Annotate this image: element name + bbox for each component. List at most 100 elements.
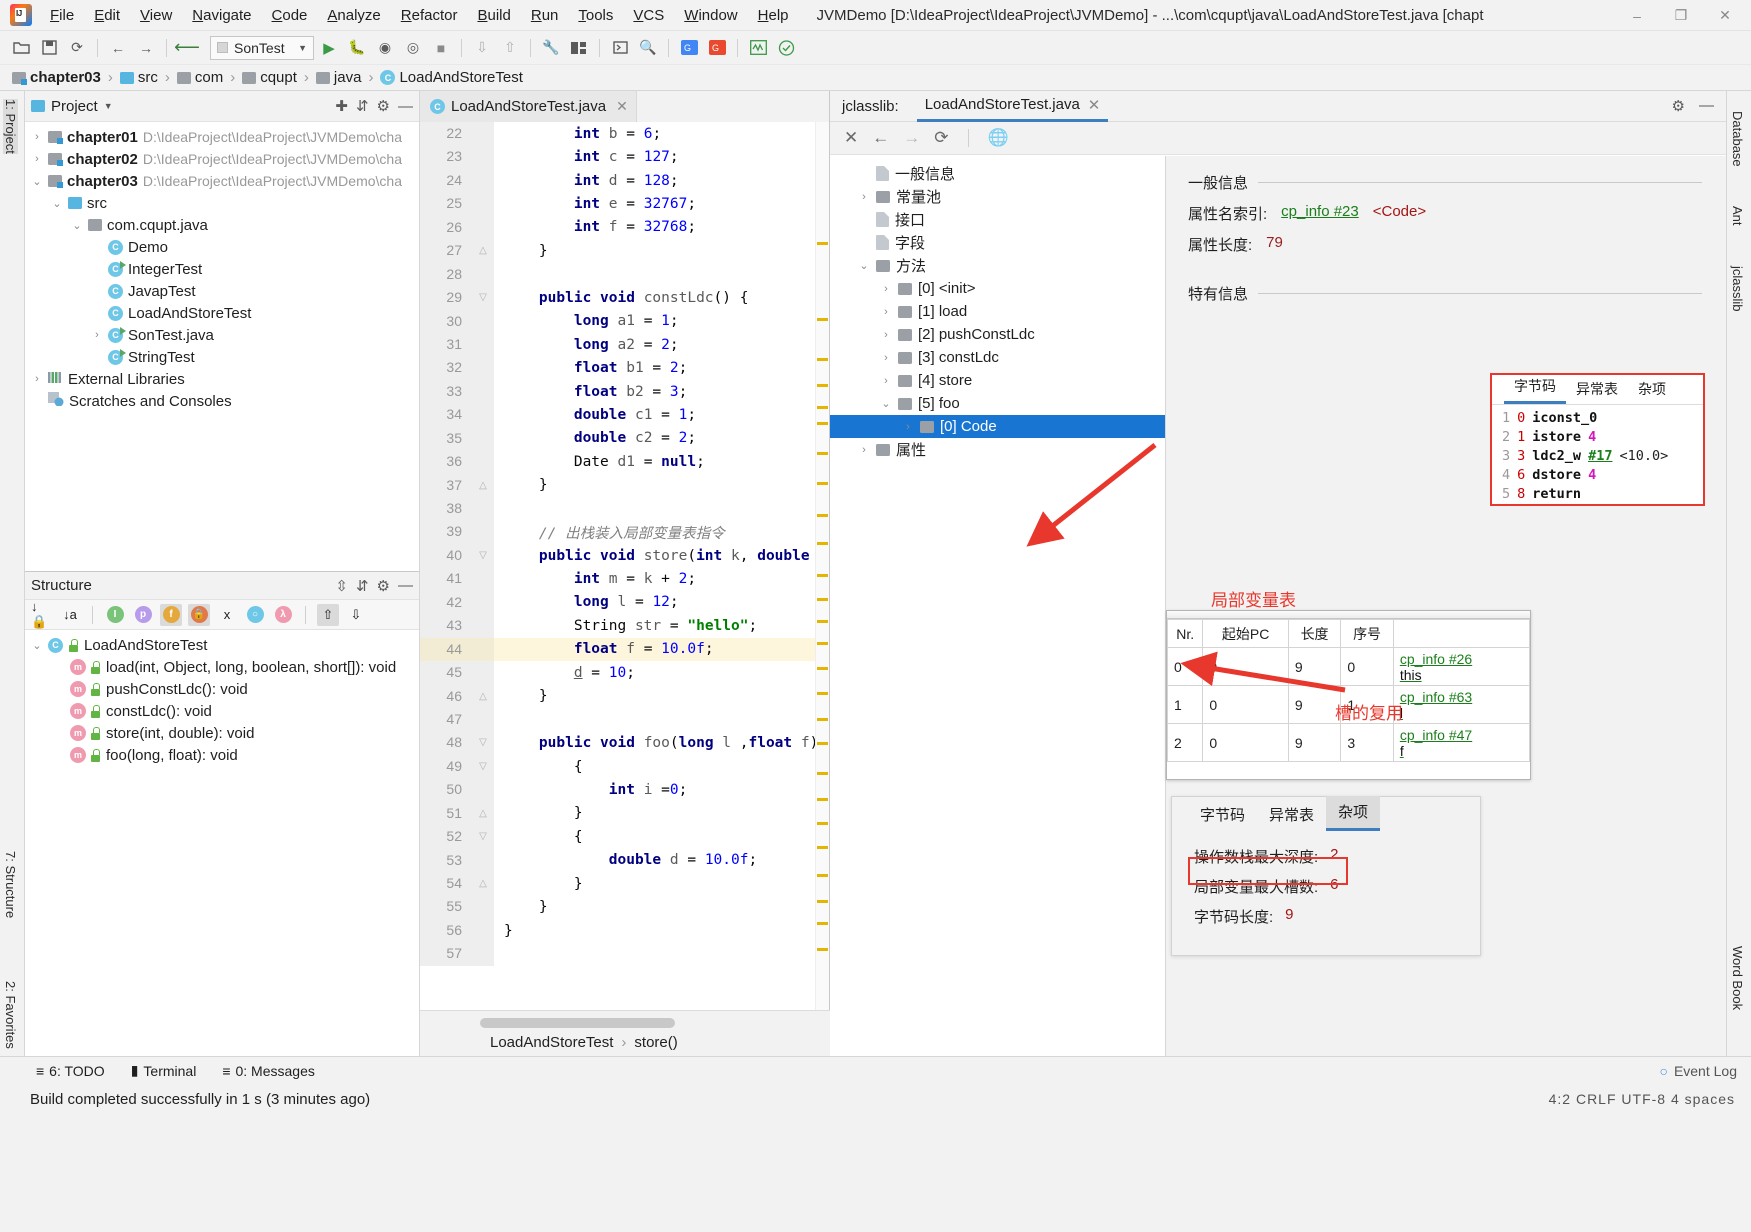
run-icon[interactable]: ▶ bbox=[316, 36, 342, 60]
chevron-right-icon[interactable]: › bbox=[31, 131, 43, 143]
fold-toggle-icon[interactable]: △ bbox=[472, 473, 494, 497]
show-fields-icon[interactable]: f bbox=[160, 603, 182, 626]
update-app-icon[interactable]: ⇩ bbox=[469, 36, 495, 60]
change-marker[interactable] bbox=[817, 874, 828, 877]
table-row[interactable]: 0 0 9 0 cp_info #26 this bbox=[1166, 647, 1531, 686]
menu-vcs[interactable]: VCS bbox=[623, 3, 674, 28]
change-marker[interactable] bbox=[817, 598, 828, 601]
menu-analyze[interactable]: Analyze bbox=[317, 3, 390, 28]
change-marker[interactable] bbox=[817, 242, 828, 245]
code-line[interactable]: 38 bbox=[420, 497, 829, 521]
structure-tree[interactable]: ⌄ C LoadAndStoreTest ›mload(int, Object, lo… bbox=[25, 630, 419, 766]
jclasslib-tree-item[interactable]: ⌄ [5] foo bbox=[830, 392, 1165, 415]
jclasslib-tree-item[interactable]: ›一般信息 bbox=[830, 162, 1165, 185]
bytecode-tab[interactable]: 异常表 bbox=[1566, 376, 1628, 404]
close-icon[interactable]: ✕ bbox=[1088, 96, 1101, 114]
show-non-public-icon[interactable]: 🔒 bbox=[188, 603, 210, 626]
code-line[interactable]: 43 String str = "hello"; bbox=[420, 614, 829, 638]
show-properties-icon[interactable]: p bbox=[132, 604, 154, 626]
save-all-icon[interactable] bbox=[36, 36, 62, 60]
project-tree-item[interactable]: ⌄ chapter03 D:\IdeaProject\IdeaProject\JVM… bbox=[25, 170, 419, 192]
project-tree-item[interactable]: › chapter01 D:\IdeaProject\IdeaProject\JVM… bbox=[25, 126, 419, 148]
rail-item-database[interactable]: Database bbox=[1730, 111, 1745, 171]
rail-item-favorites[interactable]: 2: Favorites bbox=[3, 981, 18, 1053]
code-line[interactable]: 55 } bbox=[420, 895, 829, 919]
table-column-header[interactable]: 长度 bbox=[1287, 619, 1342, 648]
hide-panel-icon[interactable]: — bbox=[398, 577, 413, 594]
code-line[interactable]: 33 float b2 = 3; bbox=[420, 379, 829, 404]
breadcrumb-item-src[interactable]: src bbox=[119, 69, 158, 86]
code-line[interactable]: 22 int b = 6; bbox=[420, 122, 829, 146]
chevron-right-icon[interactable]: › bbox=[880, 375, 892, 387]
gear-icon[interactable]: ⚙ bbox=[377, 97, 390, 115]
jclasslib-tree-item[interactable]: › [1] load bbox=[830, 300, 1165, 323]
cell-cp-info[interactable]: cp_info #47 f bbox=[1392, 723, 1531, 762]
back-icon[interactable]: ← bbox=[872, 128, 889, 148]
code-line[interactable]: 53 double d = 10.0f; bbox=[420, 848, 829, 872]
project-tree-item[interactable]: › chapter02 D:\IdeaProject\IdeaProject\JVM… bbox=[25, 148, 419, 170]
code-line[interactable]: 36 Date d1 = null; bbox=[420, 450, 829, 474]
close-icon[interactable]: ✕ bbox=[616, 98, 628, 115]
chevron-down-icon[interactable]: ⌄ bbox=[71, 219, 83, 232]
project-tree-item[interactable]: ⌄ src bbox=[25, 192, 419, 214]
fold-toggle-icon[interactable]: △ bbox=[472, 239, 494, 263]
bc-cp-link[interactable]: #17 bbox=[1588, 448, 1612, 464]
menu-navigate[interactable]: Navigate bbox=[182, 3, 261, 28]
breadcrumb-item-chapter03[interactable]: chapter03 bbox=[12, 69, 101, 86]
chevron-down-icon[interactable]: ⌄ bbox=[31, 175, 43, 188]
locate-icon[interactable]: ✚ bbox=[335, 97, 348, 115]
chevron-down-icon[interactable]: ⌄ bbox=[31, 639, 43, 652]
reload-icon[interactable]: ⟳ bbox=[934, 128, 948, 148]
terminal-toggle-icon[interactable] bbox=[607, 36, 633, 60]
project-tree-item[interactable]: ›CLoadAndStoreTest bbox=[25, 302, 419, 324]
change-marker[interactable] bbox=[817, 718, 828, 721]
editor-breadcrumb-method[interactable]: store() bbox=[634, 1034, 677, 1051]
collapse-all-icon[interactable]: ⇩ bbox=[345, 604, 367, 626]
change-marker[interactable] bbox=[817, 822, 828, 825]
fold-toggle-icon[interactable]: ▽ bbox=[472, 825, 494, 849]
fold-toggle-icon[interactable]: ▽ bbox=[472, 286, 494, 310]
change-marker[interactable] bbox=[817, 642, 828, 645]
menu-refactor[interactable]: Refactor bbox=[391, 3, 468, 28]
breadcrumb-item-cqupt[interactable]: cqupt bbox=[242, 69, 297, 86]
structure-tree-item[interactable]: ›mload(int, Object, long, boolean, short… bbox=[25, 656, 419, 678]
collapse-all-icon[interactable]: ⇵ bbox=[356, 577, 369, 595]
chevron-down-icon[interactable]: ⌄ bbox=[51, 197, 63, 210]
hide-panel-icon[interactable]: — bbox=[1699, 97, 1714, 115]
minimize-button[interactable]: – bbox=[1615, 8, 1659, 24]
code-line[interactable]: 40▽ public void store(int k, double d) { bbox=[420, 543, 829, 568]
code-line[interactable]: 30 long a1 = 1; bbox=[420, 309, 829, 333]
change-marker[interactable] bbox=[817, 846, 828, 849]
stop-icon[interactable]: ■ bbox=[428, 36, 454, 60]
breadcrumb[interactable]: chapter03 › src › com › cqupt › java › C LoadAndSto… bbox=[0, 65, 1751, 91]
jclasslib-toolbar[interactable]: ✕ ← → ⟳ 🌐 bbox=[830, 122, 1726, 155]
code-line[interactable]: 51 △ } bbox=[420, 801, 829, 826]
rail-item-wordbook[interactable]: Word Book bbox=[1730, 946, 1745, 1014]
code-line[interactable]: 24 int d = 128; bbox=[420, 168, 829, 193]
menu-edit[interactable]: Edit bbox=[84, 3, 130, 28]
debug-icon[interactable]: 🐛 bbox=[344, 36, 370, 60]
menu-build[interactable]: Build bbox=[467, 3, 520, 28]
local-variable-table[interactable]: Nr. 起始PC 长度 序号 0 0 9 0 cp_info #26 this 1 0 9 1 cp_in… bbox=[1166, 610, 1531, 780]
fold-toggle-icon[interactable]: △ bbox=[472, 801, 494, 826]
sync-icon[interactable]: ⟳ bbox=[64, 36, 90, 60]
jclasslib-tree-item[interactable]: › [3] constLdc bbox=[830, 346, 1165, 369]
chevron-right-icon[interactable]: › bbox=[31, 373, 43, 385]
structure-tree-item[interactable]: ›mfoo(long, float): void bbox=[25, 744, 419, 766]
chevron-down-icon[interactable]: ▼ bbox=[104, 101, 113, 111]
structure-tree-item[interactable]: ›mconstLdc(): void bbox=[25, 700, 419, 722]
window-controls[interactable]: – ❐ ✕ bbox=[1615, 0, 1747, 31]
sort-by-visibility-icon[interactable]: ↓🔒 bbox=[31, 599, 53, 629]
editor-breadcrumb-class[interactable]: LoadAndStoreTest bbox=[490, 1034, 613, 1051]
check-circle-icon[interactable] bbox=[773, 36, 799, 60]
run-with-coverage-icon[interactable]: ◉ bbox=[372, 36, 398, 60]
show-anonymous-icon[interactable]: x bbox=[216, 604, 238, 626]
chevron-right-icon[interactable]: › bbox=[858, 444, 870, 456]
jclasslib-tree-item[interactable]: › [0] <init> bbox=[830, 277, 1165, 300]
code-line[interactable]: 28 bbox=[420, 262, 829, 287]
main-toolbar[interactable]: ⟳ ← → ⟵ SonTest ▼ ▶ 🐛 ◉ ◎ ■ ⇩ ⇧ 🔧 🔍 G G bbox=[0, 31, 1751, 65]
breadcrumb-item-com[interactable]: com bbox=[176, 69, 223, 86]
browser-icon[interactable]: 🌐 bbox=[988, 128, 1009, 148]
left-tool-rail[interactable]: 1: Project 7: Structure 2: Favorites bbox=[0, 91, 25, 1056]
forward-icon[interactable]: → bbox=[133, 36, 159, 60]
